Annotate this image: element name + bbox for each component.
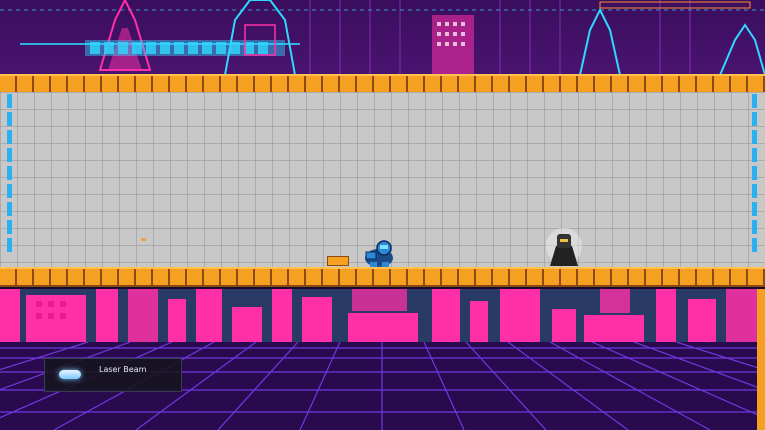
weapon-indicator: Laser Beam xyxy=(44,358,182,392)
right-wall-light xyxy=(752,94,757,254)
floor-block xyxy=(327,256,349,266)
laser-beam-icon xyxy=(59,370,81,379)
lower-city-buildings xyxy=(0,289,765,342)
player-robot xyxy=(365,240,393,268)
enemy-turret xyxy=(546,228,582,266)
weapon-name-label: Laser Beam xyxy=(99,365,147,374)
game-screen: Laser Beam xyxy=(0,0,765,430)
floor-brick-row xyxy=(0,267,765,287)
neon-skyline xyxy=(0,0,765,76)
ceiling-brick-row xyxy=(0,74,765,94)
right-edge-pillar xyxy=(757,289,765,430)
left-wall-light xyxy=(7,94,12,254)
projectile xyxy=(141,238,146,241)
